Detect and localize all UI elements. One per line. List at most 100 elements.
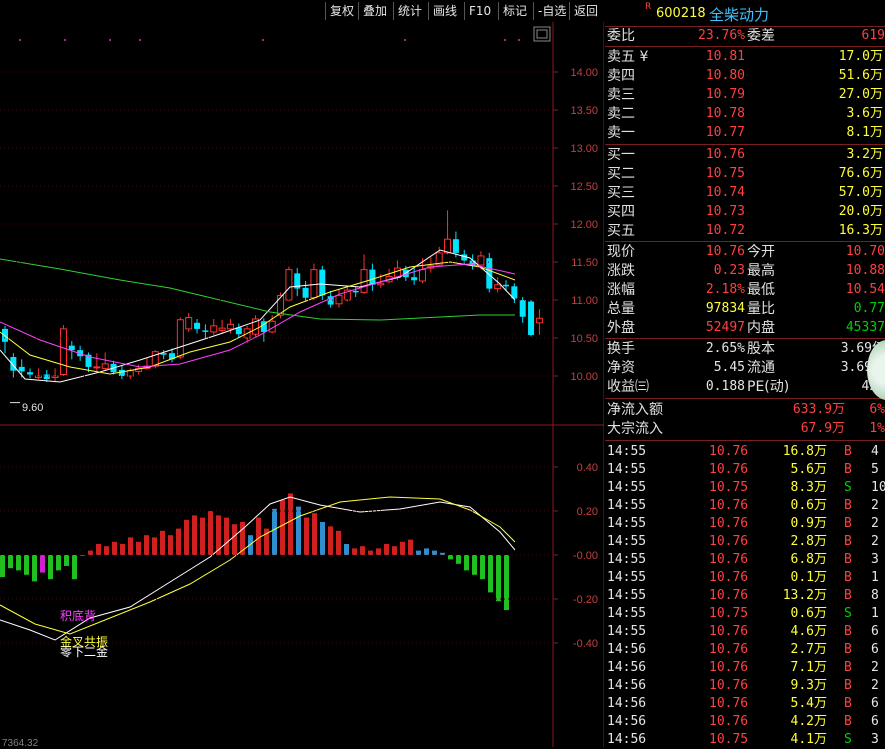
tick-count: 8 — [871, 588, 879, 603]
candle-body — [369, 269, 376, 285]
kline-chart[interactable]: 14.00 13.50 13.00 12.50 12.00 11.50 11.00 10.50… — [0, 22, 604, 747]
tick-row[interactable]: 14:55 10.76 0.6万 B 2 — [605, 497, 885, 515]
macd-bar — [288, 493, 293, 555]
remove-watchlist-button[interactable]: -自选 — [533, 2, 570, 20]
tick-row[interactable]: 14:56 10.76 9.3万 B 2 — [605, 677, 885, 695]
quote-row: 涨跌 0.23 最高 10.88 — [605, 262, 885, 280]
tick-volume: 5.4万 — [790, 696, 827, 711]
candle-body — [210, 325, 218, 333]
tick-side: B — [844, 498, 852, 513]
bid-price: 10.74 — [705, 185, 745, 200]
fund-row: 净资 5.45 流通 3.69亿 — [605, 359, 885, 377]
tick-time: 14:56 — [607, 696, 647, 711]
candle-body — [118, 369, 125, 376]
ask-row[interactable]: 卖二 10.78 3.6万 — [605, 105, 885, 123]
ask-price: 10.81 — [705, 49, 745, 64]
macd-bar — [408, 539, 413, 555]
tick-volume: 8.3万 — [790, 480, 827, 495]
tick-row[interactable]: 14:55 10.76 0.9万 B 2 — [605, 515, 885, 533]
quote-label: 外盘 — [607, 320, 635, 336]
candle-body — [218, 327, 226, 331]
tick-side: B — [844, 678, 852, 693]
tick-price: 10.76 — [709, 642, 749, 657]
candle-body — [310, 269, 318, 299]
bid-volume: 16.3万 — [838, 223, 883, 238]
tick-time: 14:55 — [607, 480, 647, 495]
restore-rights-button[interactable]: 复权 — [325, 2, 358, 20]
macd-tick-label: -0.00 — [573, 550, 598, 562]
macd-bar — [16, 555, 21, 571]
macd-bar — [488, 555, 493, 593]
panel-toggle-icon[interactable] — [533, 26, 551, 42]
macd-bar — [448, 555, 453, 560]
ask-row[interactable]: 卖一 10.77 8.1万 — [605, 124, 885, 142]
back-button[interactable]: 返回 — [569, 2, 602, 20]
tick-row[interactable]: 14:55 10.76 2.8万 B 2 — [605, 533, 885, 551]
macd-bar — [8, 555, 13, 569]
fund-label: 股本 — [747, 341, 775, 357]
tick-row[interactable]: 14:56 10.75 4.1万 S 3 — [605, 731, 885, 749]
flow-label: 大宗流入 — [607, 421, 663, 437]
mark-button[interactable]: 标记 — [498, 2, 531, 20]
tick-volume: 4.2万 — [790, 714, 827, 729]
draw-line-button[interactable]: 画线 — [428, 2, 461, 20]
ask-row[interactable]: 卖四 10.80 51.6万 — [605, 67, 885, 85]
f10-button[interactable]: F10 — [464, 2, 495, 20]
tick-price: 10.76 — [709, 534, 749, 549]
bid-row[interactable]: 买四 10.73 20.0万 — [605, 203, 885, 221]
event-marker — [518, 39, 520, 41]
macd-bar — [296, 506, 301, 555]
quote-value: 10.54 — [845, 282, 885, 297]
bid-row[interactable]: 买一 10.76 3.2万 — [605, 146, 885, 164]
tick-row[interactable]: 14:55 10.76 4.6万 B 6 — [605, 623, 885, 641]
bid-row[interactable]: 买三 10.74 57.0万 — [605, 184, 885, 202]
tick-price: 10.75 — [709, 732, 749, 747]
price-tick-label: 10.50 — [570, 333, 598, 345]
fund-label: 净资 — [607, 360, 635, 376]
quote-label: 量比 — [747, 301, 775, 317]
price-tick-label: 12.00 — [570, 219, 598, 231]
tick-row[interactable]: 14:55 10.75 8.3万 S 10 — [605, 479, 885, 497]
tick-price: 10.76 — [709, 444, 749, 459]
tick-row[interactable]: 14:55 10.76 5.6万 B 5 — [605, 461, 885, 479]
ask-row[interactable]: 卖五 ¥ 10.81 17.0万 — [605, 48, 885, 66]
candle-body — [68, 345, 75, 351]
candle-body — [352, 290, 359, 293]
tick-volume: 0.6万 — [790, 606, 827, 621]
tick-row[interactable]: 14:55 10.76 13.2万 B 8 — [605, 587, 885, 605]
tick-time: 14:55 — [607, 624, 647, 639]
bid-row[interactable]: 买五 10.72 16.3万 — [605, 222, 885, 240]
quote-label: 现价 — [607, 244, 635, 260]
bid-label: 买三 — [607, 185, 635, 201]
tick-row[interactable]: 14:55 10.76 0.1万 B 1 — [605, 569, 885, 587]
quote-row: 外盘 52497 内盘 45337 — [605, 319, 885, 337]
macd-bar — [352, 548, 357, 555]
tick-volume: 4.1万 — [790, 732, 827, 747]
tick-row[interactable]: 14:56 10.76 5.4万 B 6 — [605, 695, 885, 713]
bid-price: 10.76 — [705, 147, 745, 162]
ask-row[interactable]: 卖三 10.79 27.0万 — [605, 86, 885, 104]
fund-label: 换手 — [607, 341, 635, 357]
tick-row[interactable]: 14:55 10.75 0.6万 S 1 — [605, 605, 885, 623]
tick-row[interactable]: 14:55 10.76 6.8万 B 3 — [605, 551, 885, 569]
macd-bar — [480, 555, 485, 580]
tick-row[interactable]: 14:56 10.76 7.1万 B 2 — [605, 659, 885, 677]
macd-bar — [432, 550, 437, 555]
overlay-button[interactable]: 叠加 — [358, 2, 391, 20]
candle-body — [126, 370, 134, 377]
tick-time: 14:55 — [607, 498, 647, 513]
ma60-line — [0, 258, 515, 321]
tick-row[interactable]: 14:56 10.76 2.7万 B 6 — [605, 641, 885, 659]
tick-row[interactable]: 14:55 10.76 16.8万 B 4 — [605, 443, 885, 461]
bottom-index-label: 7364.32 — [2, 738, 39, 747]
tick-side: S — [844, 606, 852, 621]
fund-label: 流通 — [747, 360, 775, 376]
tick-volume: 9.3万 — [790, 678, 827, 693]
quote-label: 内盘 — [747, 320, 775, 336]
macd-bar — [384, 544, 389, 555]
tick-row[interactable]: 14:56 10.76 4.2万 B 6 — [605, 713, 885, 731]
statistics-button[interactable]: 统计 — [393, 2, 426, 20]
ask-label: 卖三 — [607, 87, 635, 103]
bid-row[interactable]: 买二 10.75 76.6万 — [605, 165, 885, 183]
tick-side: B — [844, 696, 852, 711]
